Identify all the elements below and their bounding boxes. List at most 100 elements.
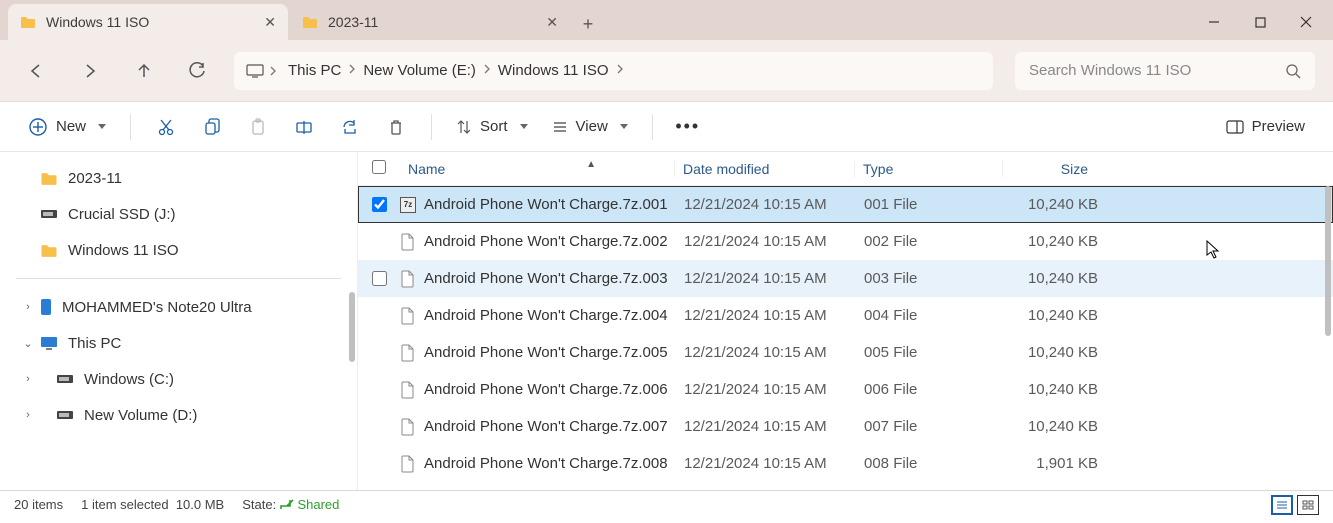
sidebar-label: Crucial SSD (J:) [68,206,176,223]
details-view-button[interactable] [1271,495,1293,515]
paste-button[interactable] [237,109,279,145]
drive-icon [40,208,58,220]
maximize-button[interactable] [1237,4,1283,40]
chevron-right-icon[interactable] [615,63,625,75]
close-button[interactable] [1283,4,1329,40]
shared-icon [280,498,294,510]
minimize-button[interactable] [1191,4,1237,40]
table-row[interactable]: Android Phone Won't Charge.7z.00412/21/2… [358,297,1333,334]
file-date: 12/21/2024 10:15 AM [684,196,864,213]
table-row[interactable]: Android Phone Won't Charge.7z.00512/21/2… [358,334,1333,371]
items-view[interactable]: 7zAndroid Phone Won't Charge.7z.00112/21… [358,186,1333,490]
tab-close-button[interactable]: ✕ [546,14,558,31]
sidebar-item[interactable]: 2023-11 [10,160,347,196]
sort-button[interactable]: Sort [446,109,538,145]
up-button[interactable] [126,53,162,89]
file-list: Name▲ Date modified Type Size 7zAndroid … [358,152,1333,490]
folder-icon [302,14,318,30]
column-size[interactable]: Size [1002,161,1098,177]
file-name: Android Phone Won't Charge.7z.003 [418,270,684,287]
sort-label: Sort [480,118,508,135]
copy-button[interactable] [191,109,233,145]
back-button[interactable] [18,53,54,89]
file-size: 10,240 KB [1012,381,1108,398]
drive-icon [56,373,74,385]
preview-label: Preview [1252,118,1305,135]
expander-icon[interactable]: › [20,409,36,421]
sidebar-item[interactable]: Crucial SSD (J:) [10,196,347,232]
sidebar-label: New Volume (D:) [84,407,197,424]
sidebar-item[interactable]: › New Volume (D:) [10,397,347,433]
share-button[interactable] [329,109,371,145]
rename-button[interactable] [283,109,325,145]
sidebar-item[interactable]: Windows 11 ISO [10,232,347,268]
row-checkbox[interactable] [372,197,387,212]
file-type: 007 File [864,418,1012,435]
table-row[interactable]: Android Phone Won't Charge.7z.00812/21/2… [358,445,1333,482]
scrollbar-thumb[interactable] [1325,186,1331,336]
sidebar-item[interactable]: › Windows (C:) [10,361,347,397]
view-mode-buttons [1271,495,1319,515]
delete-button[interactable] [375,109,417,145]
tab-label: 2023-11 [328,14,378,30]
cut-button[interactable] [145,109,187,145]
table-row[interactable]: Android Phone Won't Charge.7z.00712/21/2… [358,408,1333,445]
address-bar[interactable]: This PC New Volume (E:) Windows 11 ISO [234,52,993,90]
view-icon [552,119,568,135]
file-type: 005 File [864,344,1012,361]
refresh-button[interactable] [180,53,216,89]
chevron-down-icon [520,124,528,129]
file-icon [400,233,416,251]
breadcrumb-item[interactable]: New Volume (E:) [357,58,482,83]
file-size: 10,240 KB [1012,418,1108,435]
search-box[interactable]: Search Windows 11 ISO [1015,52,1315,90]
expander-icon[interactable]: › [20,301,36,313]
tab[interactable]: 2023-11 ✕ [290,4,570,40]
column-type[interactable]: Type [854,161,1002,177]
sidebar-label: MOHAMMED's Note20 Ultra [62,299,252,316]
breadcrumb-item[interactable]: Windows 11 ISO [492,58,615,83]
chevron-right-icon[interactable] [268,65,278,77]
file-type: 003 File [864,270,1012,287]
thumbnails-view-button[interactable] [1297,495,1319,515]
table-row[interactable]: Android Phone Won't Charge.7z.00212/21/2… [358,223,1333,260]
monitor-icon [40,336,58,350]
new-tab-button[interactable]: + [572,8,604,40]
breadcrumb-item[interactable]: This PC [282,58,347,83]
sidebar-label: Windows (C:) [84,371,174,388]
file-type: 001 File [864,196,1012,213]
table-row[interactable]: Android Phone Won't Charge.7z.00612/21/2… [358,371,1333,408]
preview-pane-button[interactable]: Preview [1216,118,1315,135]
file-size: 10,240 KB [1012,233,1108,250]
more-button[interactable]: ••• [667,109,709,145]
monitor-icon [246,64,264,78]
sidebar-item[interactable]: ⌄This PC [10,325,347,361]
file-icon [400,455,416,473]
file-date: 12/21/2024 10:15 AM [684,344,864,361]
expander-icon[interactable]: › [20,373,36,385]
new-button[interactable]: New [18,109,116,145]
view-button[interactable]: View [542,109,638,145]
file-date: 12/21/2024 10:15 AM [684,307,864,324]
table-row[interactable]: Android Phone Won't Charge.7z.00312/21/2… [358,260,1333,297]
select-all-checkbox[interactable] [372,160,386,174]
file-type: 006 File [864,381,1012,398]
file-size: 1,901 KB [1012,455,1108,472]
forward-button[interactable] [72,53,108,89]
table-row[interactable]: 7zAndroid Phone Won't Charge.7z.00112/21… [358,186,1333,223]
separator [431,114,432,140]
phone-icon [40,298,52,316]
tab-close-button[interactable]: ✕ [264,14,276,31]
sidebar-item[interactable]: › MOHAMMED's Note20 Ultra [10,289,347,325]
scrollbar-thumb[interactable] [349,292,355,362]
column-date[interactable]: Date modified [674,161,854,177]
nav-pane: 2023-11 Crucial SSD (J:) Windows 11 ISO › M… [0,152,358,490]
tab[interactable]: Windows 11 ISO✕ [8,4,288,40]
chevron-right-icon[interactable] [347,63,357,75]
row-checkbox[interactable] [372,271,387,286]
chevron-right-icon[interactable] [482,63,492,75]
column-name[interactable]: Name▲ [398,161,674,177]
column-headers[interactable]: Name▲ Date modified Type Size [358,152,1333,186]
expander-icon[interactable]: ⌄ [20,337,36,350]
new-icon [28,117,48,137]
